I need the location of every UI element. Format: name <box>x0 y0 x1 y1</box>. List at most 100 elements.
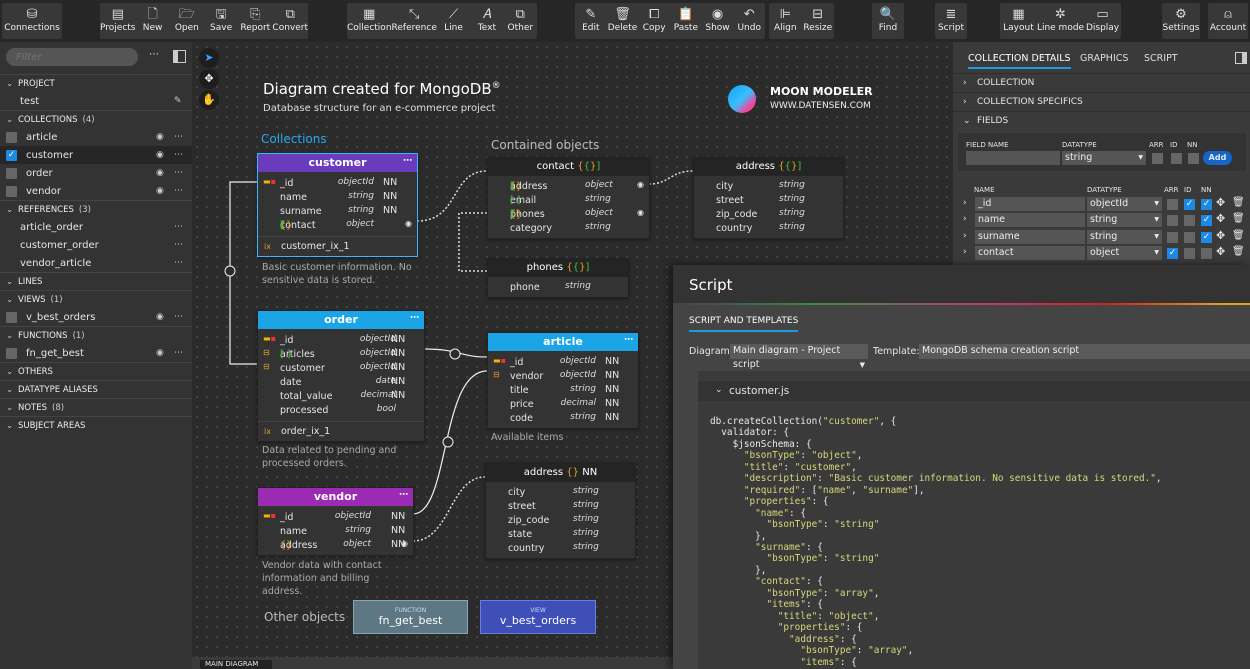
field-row[interactable]: city string <box>694 179 843 193</box>
move-icon[interactable]: ✥ <box>1216 229 1225 242</box>
field-row[interactable]: ▬▪ _id objectId NN <box>258 176 417 190</box>
collection-order[interactable]: order ⋯ ▬▪ _id objectId NN ⊟ articles[ ] objectI… <box>257 310 425 442</box>
line-mode-button[interactable]: ✲ Line mode <box>1037 3 1084 39</box>
field-row[interactable]: state string <box>486 527 635 541</box>
index-row[interactable]: ix customer_ix_1 <box>258 236 417 256</box>
object-contact[interactable]: contact {{}] address[{} ] object ◉ email[ ] s… <box>487 157 650 239</box>
field-datatype-select[interactable]: string ▼ <box>1087 229 1162 244</box>
nn-checkbox[interactable]: ✓ <box>1201 231 1212 243</box>
field-row[interactable]: zip_code string <box>694 207 843 221</box>
account-button[interactable]: ⍝ Account <box>1208 3 1248 39</box>
delete-icon[interactable]: 🗑 <box>1232 246 1245 257</box>
collection-header[interactable]: customer ⋯ <box>258 154 417 172</box>
collection-customer[interactable]: customer ⋯ ▬▪ _id objectId NN name string NN surn… <box>257 153 418 257</box>
more-icon[interactable]: ⋯ <box>403 152 412 170</box>
collection-header[interactable]: order ⋯ <box>258 311 424 329</box>
field-row[interactable]: address[{} ] object ◉ <box>488 179 649 193</box>
field-row[interactable]: phones[{} ] object ◉ <box>488 207 649 221</box>
field-row[interactable]: name string NN <box>258 524 413 538</box>
field-row[interactable]: title string NN <box>488 383 638 397</box>
nn-checkbox[interactable] <box>1188 153 1199 164</box>
section-collection-specifics[interactable]: › COLLECTION SPECIFICS <box>953 92 1250 111</box>
layout-button[interactable]: ▦ Layout <box>1000 3 1037 39</box>
collection-article[interactable]: article ⋯ ▬▪ _id objectId NN ⊟ vendor objectId NN… <box>487 332 639 429</box>
field-datatype-select[interactable]: string ▼ <box>1087 213 1162 228</box>
tab-graphics[interactable]: GRAPHICS <box>1080 53 1128 64</box>
field-row[interactable]: street string <box>694 193 843 207</box>
diagram-select[interactable]: Main diagram - Project script ▼ <box>730 344 868 370</box>
field-row[interactable]: ▬▪ _id objectId NN <box>258 510 413 524</box>
field-row[interactable]: ⊟ customer objectId NN <box>258 361 424 375</box>
eye-icon[interactable]: ◉ <box>637 180 644 189</box>
eye-icon[interactable]: ◉ <box>405 219 412 228</box>
collection-header[interactable]: vendor ⋯ <box>258 488 413 506</box>
nn-checkbox[interactable] <box>1201 247 1212 259</box>
field-row[interactable]: ⊟ vendor objectId NN <box>488 369 638 383</box>
tab-collection-details[interactable]: COLLECTION DETAILS <box>968 53 1071 69</box>
field-row[interactable]: name string NN <box>258 190 417 204</box>
expand-icon[interactable]: › <box>963 198 967 208</box>
id-checkbox[interactable] <box>1184 215 1195 227</box>
field-row[interactable]: country string <box>694 221 843 235</box>
field-row[interactable]: phone string <box>488 280 628 294</box>
more-icon[interactable]: ⋯ <box>410 309 419 327</box>
section-fields[interactable]: ⌄ FIELDS <box>953 111 1250 130</box>
view-box[interactable]: VIEW v_best_orders <box>480 600 596 634</box>
nn-checkbox[interactable]: ✓ <box>1201 215 1212 227</box>
function-box[interactable]: FUNCTION fn_get_best <box>353 600 468 634</box>
datatype-select[interactable]: string ▼ <box>1062 151 1146 165</box>
arr-checkbox[interactable] <box>1167 231 1178 243</box>
template-select[interactable]: MongoDB schema creation script <box>919 344 1250 359</box>
settings-button[interactable]: ⚙ Settings <box>1162 3 1200 39</box>
field-row[interactable]: country string <box>486 541 635 555</box>
field-row[interactable]: ⊟ articles[ ] objectId NN <box>258 347 424 361</box>
field-row[interactable]: code string NN <box>488 411 638 425</box>
field-row[interactable]: date date NN <box>258 375 424 389</box>
delete-icon[interactable]: 🗑 <box>1232 230 1245 241</box>
chevron-down-icon[interactable]: ⌄ <box>715 385 723 395</box>
move-icon[interactable]: ✥ <box>1216 245 1225 258</box>
field-row[interactable]: total_value decimal NN <box>258 389 424 403</box>
id-checkbox[interactable] <box>1184 231 1195 243</box>
arr-checkbox[interactable] <box>1167 215 1178 227</box>
field-row[interactable]: surname string NN <box>258 204 417 218</box>
field-datatype-select[interactable]: object ▼ <box>1087 245 1162 260</box>
section-collection[interactable]: › COLLECTION <box>953 73 1250 92</box>
tab-main-diagram[interactable]: MAIN DIAGRAM <box>200 660 272 669</box>
more-icon[interactable]: ⋯ <box>399 486 408 504</box>
delete-icon[interactable]: 🗑 <box>1232 197 1245 208</box>
expand-icon[interactable]: › <box>963 231 967 241</box>
nn-checkbox[interactable]: ✓ <box>1201 199 1212 210</box>
field-name-input[interactable]: surname <box>975 229 1085 244</box>
display-button[interactable]: ▭ Display <box>1084 3 1121 39</box>
expand-icon[interactable]: › <box>963 214 967 224</box>
field-row[interactable]: ▬▪ _id objectId NN <box>258 333 424 347</box>
field-row[interactable]: processed bool <box>258 403 424 417</box>
field-row[interactable]: ▬▪ _id objectId NN <box>488 355 638 369</box>
tab-script[interactable]: SCRIPT <box>1144 53 1178 64</box>
code-view[interactable]: ⌄ customer.js db.createCollection("custo… <box>698 371 1250 669</box>
field-row[interactable]: address {} object NN ◉ <box>258 538 413 552</box>
field-row[interactable]: category string <box>488 221 649 235</box>
field-name-input[interactable]: _id <box>975 197 1085 211</box>
arr-checkbox[interactable]: ✓ <box>1167 247 1178 259</box>
add-field-button[interactable]: Add <box>1203 151 1232 165</box>
arr-checkbox[interactable] <box>1152 153 1163 164</box>
eye-icon[interactable]: ◉ <box>637 208 644 217</box>
delete-icon[interactable]: 🗑 <box>1232 213 1245 224</box>
field-row[interactable]: email[ ] string <box>488 193 649 207</box>
field-row[interactable]: city string <box>486 485 635 499</box>
field-row[interactable]: price decimal NN <box>488 397 638 411</box>
tab-script-and-templates[interactable]: SCRIPT AND TEMPLATES <box>689 316 799 332</box>
field-row[interactable]: zip_code string <box>486 513 635 527</box>
field-name-input[interactable]: contact <box>975 245 1085 260</box>
id-checkbox[interactable] <box>1184 247 1195 259</box>
move-icon[interactable]: ✥ <box>1216 212 1225 225</box>
eye-icon[interactable]: ◉ <box>401 539 408 548</box>
collection-vendor[interactable]: vendor ⋯ ▬▪ _id objectId NN name string NN addres… <box>257 487 414 556</box>
field-name-input[interactable] <box>966 151 1060 165</box>
field-name-input[interactable]: name <box>975 213 1085 228</box>
collection-header[interactable]: article ⋯ <box>488 333 638 351</box>
expand-icon[interactable]: › <box>963 247 967 257</box>
object-address_vendor[interactable]: address {} NN city string street string zip_c… <box>485 463 636 559</box>
